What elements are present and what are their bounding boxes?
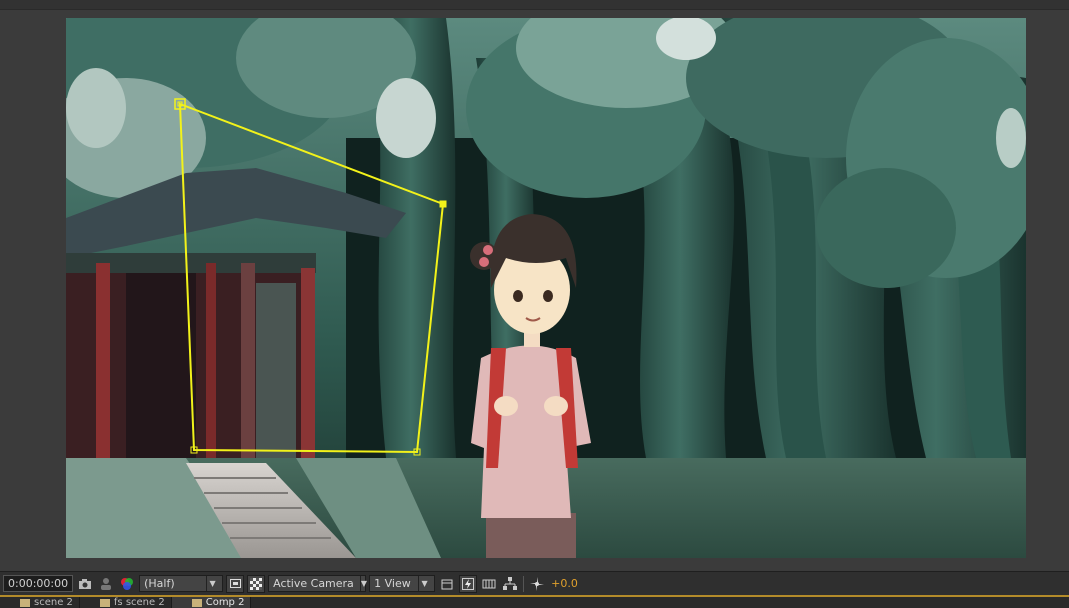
exposure-value[interactable]: +0.0 bbox=[551, 577, 578, 590]
composition-frame[interactable] bbox=[66, 18, 1026, 558]
tab-fs-scene-2[interactable]: fs scene 2 bbox=[80, 597, 172, 608]
composition-viewer[interactable] bbox=[0, 10, 1069, 571]
tab-label: scene 2 bbox=[34, 597, 73, 608]
rgb-channels-icon[interactable] bbox=[118, 575, 136, 593]
region-of-interest-icon[interactable] bbox=[226, 574, 245, 593]
flowchart-icon[interactable] bbox=[501, 575, 519, 593]
tab-label: Comp 2 bbox=[205, 597, 245, 608]
after-effects-composition-panel: 0:00:00:00 (Half) ▼ Active Camera ▼ 1 Vi… bbox=[0, 0, 1069, 608]
toggle-pixel-icon[interactable] bbox=[438, 575, 456, 593]
camera-view-value: Active Camera bbox=[273, 577, 354, 590]
chevron-down-icon: ▼ bbox=[206, 576, 218, 591]
timeline-icon[interactable] bbox=[480, 575, 498, 593]
tab-scene-2[interactable]: scene 2 bbox=[0, 597, 80, 608]
tab-label: fs scene 2 bbox=[113, 597, 165, 608]
chevron-down-icon: ▼ bbox=[418, 576, 430, 591]
camera-icon[interactable] bbox=[76, 575, 94, 593]
person-icon[interactable] bbox=[97, 575, 115, 593]
viewer-toolbar: 0:00:00:00 (Half) ▼ Active Camera ▼ 1 Vi… bbox=[0, 571, 1069, 595]
camera-view-dropdown[interactable]: Active Camera ▼ bbox=[268, 575, 367, 592]
view-layout-value: 1 View bbox=[374, 577, 411, 590]
timecode-field[interactable]: 0:00:00:00 bbox=[3, 575, 74, 592]
exposure-icon[interactable] bbox=[528, 575, 546, 593]
panel-top-strip bbox=[0, 0, 1069, 10]
scene-artwork bbox=[66, 18, 1026, 558]
toolbar-divider bbox=[523, 575, 525, 592]
tab-comp-2[interactable]: Comp 2 bbox=[171, 597, 252, 608]
resolution-dropdown[interactable]: (Half) ▼ bbox=[139, 575, 224, 592]
transparency-grid-icon[interactable] bbox=[247, 574, 266, 593]
resolution-value: (Half) bbox=[144, 577, 175, 590]
fast-preview-icon[interactable] bbox=[459, 574, 478, 593]
chevron-down-icon: ▼ bbox=[359, 576, 367, 591]
composition-tab-bar: scene 2 fs scene 2 Comp 2 bbox=[0, 595, 1069, 608]
view-layout-dropdown[interactable]: 1 View ▼ bbox=[369, 575, 436, 592]
